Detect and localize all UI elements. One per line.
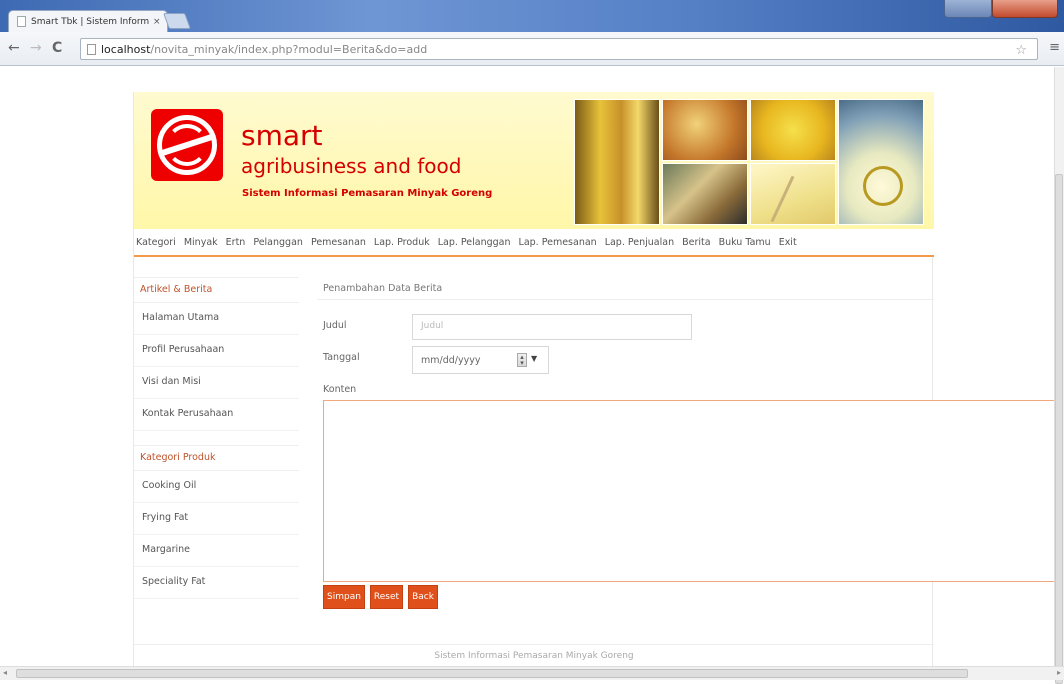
- form-buttons: Simpan Reset Back: [323, 585, 438, 609]
- address-bar[interactable]: localhost/novita_minyak/index.php?modul=…: [80, 38, 1038, 60]
- nav-item[interactable]: Kategori: [136, 237, 176, 248]
- sidebar-item[interactable]: Speciality Fat: [134, 567, 299, 599]
- page-viewport: smart agribusiness and food Sistem Infor…: [0, 67, 1064, 667]
- smart-logo: [151, 109, 223, 181]
- nav-item[interactable]: Berita: [682, 237, 710, 248]
- sidebar-item[interactable]: Margarine: [134, 535, 299, 567]
- sidebar-item[interactable]: Profil Perusahaan: [134, 335, 299, 367]
- browser-menu-icon[interactable]: ≡: [1049, 40, 1060, 55]
- browser-titlebar: Smart Tbk | Sistem Inform ×: [0, 0, 1064, 32]
- fried-snack-photo: [750, 99, 836, 161]
- close-tab-icon[interactable]: ×: [153, 17, 161, 27]
- main-nav: Kategori Minyak Ertn Pelanggan Pemesanan Lap.…: [134, 229, 934, 257]
- date-dropdown-icon[interactable]: ▼: [531, 354, 537, 363]
- nav-item[interactable]: Pemesanan: [311, 237, 366, 248]
- page-icon: [17, 16, 26, 27]
- browser-tab[interactable]: Smart Tbk | Sistem Inform ×: [8, 10, 168, 32]
- nav-item[interactable]: Exit: [779, 237, 797, 248]
- reset-button[interactable]: Reset: [369, 585, 404, 609]
- nav-item[interactable]: Lap. Penjualan: [605, 237, 674, 248]
- banner-photos: [574, 99, 926, 225]
- fried-food-photo: [662, 99, 748, 161]
- form-title: Penambahan Data Berita: [317, 278, 934, 300]
- nav-item[interactable]: Lap. Produk: [374, 237, 430, 248]
- sidebar-item[interactable]: Halaman Utama: [134, 303, 299, 335]
- nav-item[interactable]: Minyak: [184, 237, 218, 248]
- bookmark-star-icon[interactable]: ☆: [1015, 43, 1027, 58]
- content-panel: Penambahan Data Berita Judul Judul Tangg…: [317, 278, 1064, 648]
- window-close-button[interactable]: [992, 0, 1058, 18]
- horizontal-scroll-thumb[interactable]: [16, 669, 968, 678]
- vertical-scrollbar[interactable]: [1054, 67, 1064, 684]
- date-value: mm/dd/yyyy: [421, 355, 481, 366]
- url-host: localhost: [101, 42, 151, 56]
- sidebar-item[interactable]: Kontak Perusahaan: [134, 399, 299, 431]
- window-min-max-buttons[interactable]: [944, 0, 992, 18]
- page-icon: [87, 43, 96, 55]
- tanggal-date-input[interactable]: mm/dd/yyyy ▴ ▾ ▼: [412, 346, 549, 374]
- simpan-button[interactable]: Simpan: [323, 585, 365, 609]
- sidebar-heading-kategori: Kategori Produk: [134, 445, 299, 471]
- url-path: /novita_minyak/index.php?modul=Berita&do…: [150, 42, 428, 56]
- sidebar-item[interactable]: Cooking Oil: [134, 471, 299, 503]
- factory-photo: [662, 163, 748, 225]
- vertical-scroll-thumb[interactable]: [1055, 174, 1063, 684]
- forward-arrow-icon[interactable]: →: [30, 40, 42, 56]
- back-arrow-icon[interactable]: ←: [8, 40, 20, 56]
- site-banner: smart agribusiness and food Sistem Infor…: [134, 92, 934, 229]
- oil-bowl-photo: [838, 99, 924, 225]
- konten-textarea[interactable]: [323, 400, 1064, 582]
- sidebar: Artikel & Berita Halaman Utama Profil Per…: [134, 277, 299, 599]
- site-footer: Sistem Informasi Pemasaran Minyak Goreng: [134, 644, 934, 667]
- nav-item[interactable]: Buku Tamu: [719, 237, 771, 248]
- tanggal-label: Tanggal: [323, 352, 360, 363]
- reload-icon[interactable]: C: [52, 40, 62, 56]
- nav-item[interactable]: Lap. Pelanggan: [438, 237, 511, 248]
- margarine-photo: [750, 163, 836, 225]
- oil-bottles-photo: [574, 99, 660, 225]
- back-button[interactable]: Back: [408, 585, 438, 609]
- nav-item[interactable]: Pelanggan: [253, 237, 303, 248]
- site-wrapper: smart agribusiness and food Sistem Infor…: [133, 92, 1064, 667]
- new-tab-button[interactable]: [163, 13, 191, 29]
- judul-label: Judul: [323, 320, 347, 331]
- scroll-right-icon[interactable]: ▸: [1057, 668, 1061, 677]
- nav-item[interactable]: Lap. Pemesanan: [519, 237, 597, 248]
- date-spinner-icon[interactable]: ▴ ▾: [517, 353, 527, 367]
- sidebar-item[interactable]: Visi dan Misi: [134, 367, 299, 399]
- sidebar-item[interactable]: Frying Fat: [134, 503, 299, 535]
- nav-item[interactable]: Ertn: [226, 237, 246, 248]
- judul-input[interactable]: Judul: [412, 314, 692, 340]
- scroll-left-icon[interactable]: ◂: [3, 668, 7, 677]
- brand-name: smart: [241, 119, 323, 152]
- sidebar-heading-artikel: Artikel & Berita: [134, 277, 299, 303]
- tab-title: Smart Tbk | Sistem Inform: [31, 16, 149, 27]
- konten-label: Konten: [323, 384, 357, 395]
- site-tagline: Sistem Informasi Pemasaran Minyak Goreng: [242, 188, 493, 199]
- brand-subtitle: agribusiness and food: [241, 154, 462, 178]
- horizontal-scrollbar[interactable]: ◂ ▸: [0, 666, 1064, 680]
- browser-toolbar: ← → C localhost/novita_minyak/index.php?…: [0, 32, 1064, 66]
